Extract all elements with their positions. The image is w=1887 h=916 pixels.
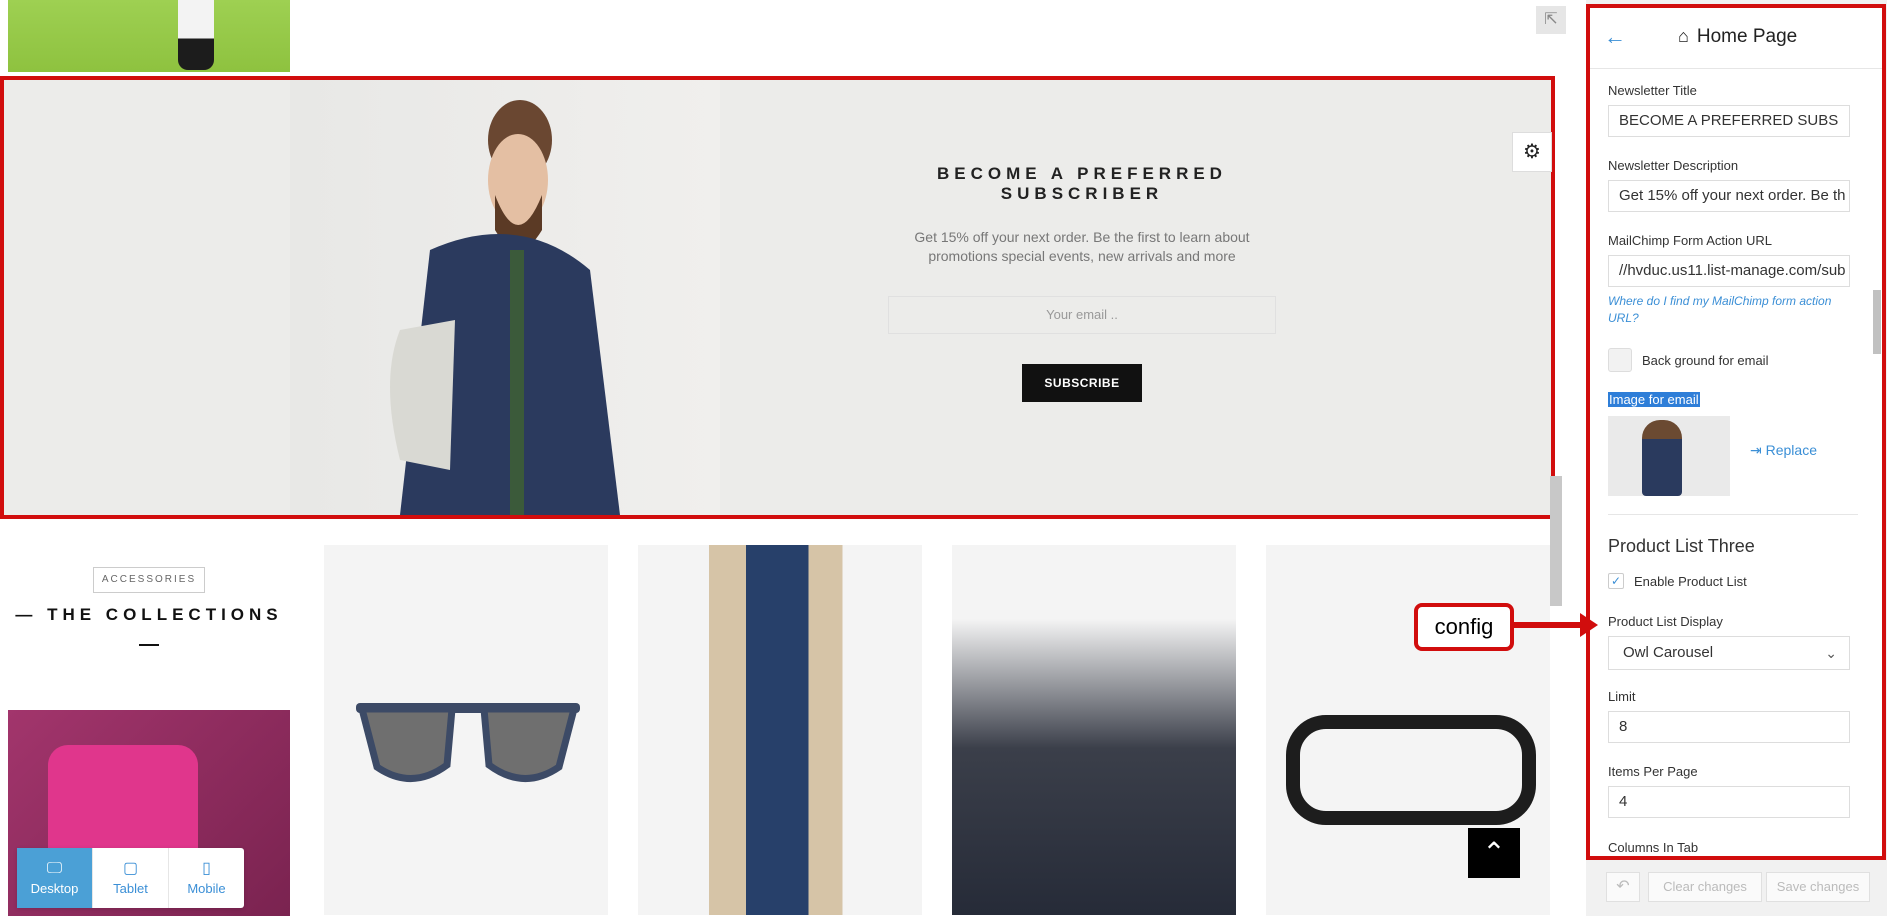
panel-scrollbar[interactable] bbox=[1873, 290, 1881, 354]
product-card-scarf[interactable] bbox=[952, 545, 1236, 915]
section-settings-icon[interactable]: ⚙ bbox=[1512, 132, 1552, 172]
chevron-down-icon: ⌄ bbox=[1825, 645, 1837, 661]
limit-input[interactable]: 8 bbox=[1608, 711, 1850, 743]
replace-label: Replace bbox=[1765, 442, 1817, 458]
newsletter-desc-input[interactable]: Get 15% off your next order. Be th bbox=[1608, 180, 1850, 212]
items-per-page-label: Items Per Page bbox=[1608, 764, 1698, 779]
bg-email-label: Back ground for email bbox=[1642, 353, 1769, 368]
device-label: Desktop bbox=[30, 880, 79, 896]
thumbnail-model bbox=[1642, 420, 1682, 496]
panel-title: ⌂ Home Page bbox=[1678, 26, 1797, 48]
home-icon: ⌂ bbox=[1678, 26, 1689, 46]
product-list-display-select[interactable]: Owl Carousel ⌄ bbox=[1608, 636, 1850, 670]
newsletter-description: Get 15% off your next order. Be the firs… bbox=[914, 229, 1250, 264]
device-tablet-button[interactable]: ▢ Tablet bbox=[93, 848, 169, 908]
image-email-label: Image for email bbox=[1608, 392, 1700, 407]
clear-changes-button[interactable]: Clear changes bbox=[1648, 872, 1762, 902]
device-mobile-button[interactable]: ▯ Mobile bbox=[169, 848, 244, 908]
panel-footer: ↶ Clear changes Save changes bbox=[1586, 862, 1887, 916]
expand-icon[interactable]: ⇱ bbox=[1536, 6, 1566, 34]
device-label: Mobile bbox=[187, 880, 226, 896]
product-list-display-label: Product List Display bbox=[1608, 614, 1723, 629]
panel-title-text: Home Page bbox=[1696, 26, 1798, 47]
replace-icon: ⇥ bbox=[1750, 442, 1762, 458]
limit-label: Limit bbox=[1608, 689, 1636, 704]
preview-scrollbar[interactable] bbox=[1550, 476, 1562, 606]
back-arrow-icon[interactable]: ← bbox=[1604, 24, 1626, 50]
tablet-icon: ▢ bbox=[122, 859, 139, 877]
collections-title: — THE COLLECTIONS bbox=[15, 605, 283, 624]
mailchimp-url-input[interactable]: //hvduc.us11.list-manage.com/sub bbox=[1608, 255, 1850, 287]
config-callout: config bbox=[1414, 603, 1514, 651]
newsletter-content: BECOME A PREFERRED SUBSCRIBER Get 15% of… bbox=[872, 80, 1292, 402]
items-per-page-input[interactable]: 4 bbox=[1608, 786, 1850, 818]
boots-image bbox=[638, 545, 922, 915]
product-card-sunglasses[interactable] bbox=[324, 545, 608, 915]
belt-image bbox=[1286, 715, 1536, 825]
device-label: Tablet bbox=[113, 880, 148, 896]
device-switcher: 🖵 Desktop ▢ Tablet ▯ Mobile bbox=[17, 848, 244, 908]
newsletter-title: BECOME A PREFERRED SUBSCRIBER bbox=[937, 164, 1227, 203]
sneaker-image bbox=[178, 0, 214, 70]
newsletter-desc-label: Newsletter Description bbox=[1608, 158, 1739, 173]
mobile-icon: ▯ bbox=[202, 859, 211, 877]
bg-email-checkbox[interactable] bbox=[1608, 348, 1632, 372]
product-card-boots[interactable] bbox=[638, 545, 922, 915]
subscribe-button[interactable]: SUBSCRIBE bbox=[1022, 364, 1142, 402]
scarf-model-image bbox=[952, 545, 1236, 915]
device-desktop-button[interactable]: 🖵 Desktop bbox=[17, 848, 93, 908]
columns-in-tab-label: Columns In Tab bbox=[1608, 840, 1699, 855]
newsletter-section[interactable]: BECOME A PREFERRED SUBSCRIBER Get 15% of… bbox=[0, 76, 1555, 519]
accessories-badge: ACCESSORIES bbox=[93, 567, 205, 593]
callout-arrow bbox=[1514, 622, 1584, 628]
site-preview: ⇱ BECOME A PREFERRED SUBSCRIBER Get 15% … bbox=[0, 0, 1568, 916]
email-image-thumbnail[interactable] bbox=[1608, 416, 1730, 496]
desktop-icon: 🖵 bbox=[46, 859, 63, 877]
product-list-display-value: Owl Carousel bbox=[1623, 644, 1714, 661]
sunglasses-image bbox=[356, 703, 580, 782]
enable-product-list-checkbox[interactable]: ✓ bbox=[1608, 573, 1624, 589]
hero-image-green bbox=[8, 0, 290, 72]
title-divider bbox=[139, 644, 159, 646]
enable-product-list-label: Enable Product List bbox=[1634, 574, 1747, 589]
newsletter-model-image bbox=[290, 80, 720, 515]
customizer-frame: ← ⌂ Home Page Newsletter Title BECOME A P… bbox=[1586, 4, 1886, 860]
replace-image-link[interactable]: ⇥ Replace bbox=[1750, 442, 1817, 459]
mailchimp-label: MailChimp Form Action URL bbox=[1608, 233, 1772, 248]
product-list-three-title: Product List Three bbox=[1608, 536, 1755, 556]
mailchimp-help-link[interactable]: Where do I find my MailChimp form action… bbox=[1608, 293, 1838, 327]
back-to-top-button[interactable]: ⌃ bbox=[1468, 828, 1520, 878]
callout-arrow-head bbox=[1580, 613, 1598, 637]
panel-header: ← ⌂ Home Page bbox=[1590, 8, 1882, 69]
save-changes-button[interactable]: Save changes bbox=[1766, 872, 1870, 902]
newsletter-title-input[interactable]: BECOME A PREFERRED SUBS bbox=[1608, 105, 1850, 137]
undo-icon[interactable]: ↶ bbox=[1606, 872, 1640, 902]
newsletter-email-input[interactable]: Your email .. bbox=[888, 296, 1276, 334]
panel-divider bbox=[1608, 514, 1858, 515]
newsletter-title-label: Newsletter Title bbox=[1608, 83, 1697, 98]
